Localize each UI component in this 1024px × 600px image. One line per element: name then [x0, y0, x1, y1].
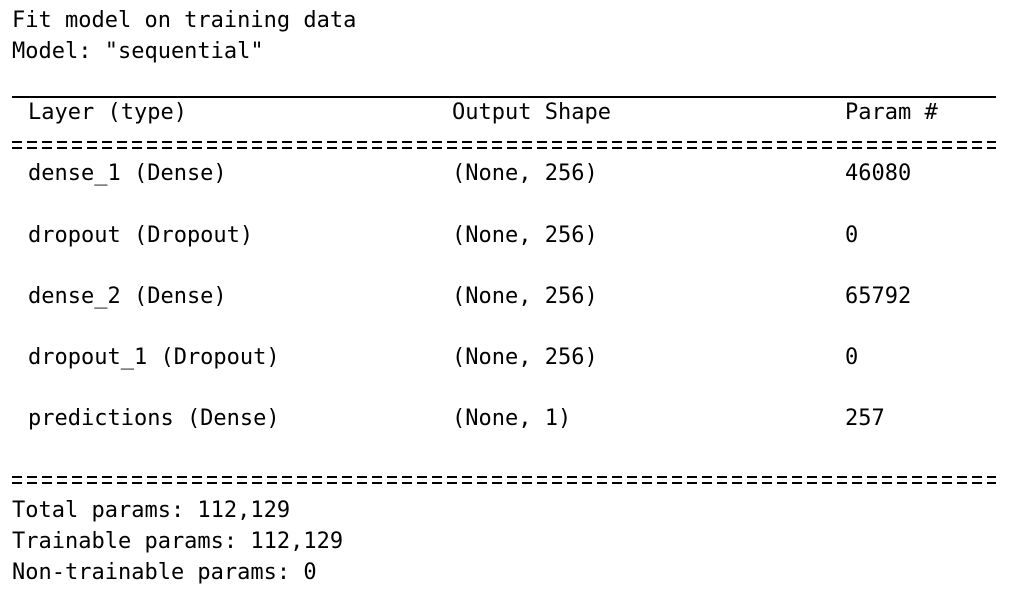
row-layer-name: dropout_1 (Dropout) [28, 345, 280, 370]
total-params: Total params: 112,129 [12, 498, 291, 523]
trainable-params: Trainable params: 112,129 [12, 529, 344, 554]
row-param-count: 257 [845, 406, 885, 431]
column-header-param: Param # [845, 100, 938, 125]
row-layer-name: dense_2 (Dense) [28, 284, 227, 309]
column-header-layer: Layer (type) [28, 100, 187, 125]
column-header-output-shape: Output Shape [452, 100, 611, 125]
row-output-shape: (None, 256) [452, 345, 598, 370]
row-layer-name: predictions (Dense) [28, 406, 280, 431]
row-output-shape: (None, 256) [452, 284, 598, 309]
non-trainable-params: Non-trainable params: 0 [12, 560, 317, 585]
row-param-count: 46080 [845, 161, 912, 186]
row-param-count: 0 [845, 345, 859, 370]
row-layer-name: dense_1 (Dense) [28, 161, 227, 186]
row-output-shape: (None, 1) [452, 406, 572, 431]
row-layer-name: dropout (Dropout) [28, 223, 254, 248]
header-model-line: Model: "sequential" [12, 39, 264, 64]
row-param-count: 0 [845, 223, 859, 248]
header-separator [12, 138, 996, 152]
header-fit-line: Fit model on training data [12, 8, 357, 33]
row-output-shape: (None, 256) [452, 223, 598, 248]
row-output-shape: (None, 256) [452, 161, 598, 186]
row-param-count: 65792 [845, 284, 912, 309]
footer-separator [12, 473, 996, 487]
